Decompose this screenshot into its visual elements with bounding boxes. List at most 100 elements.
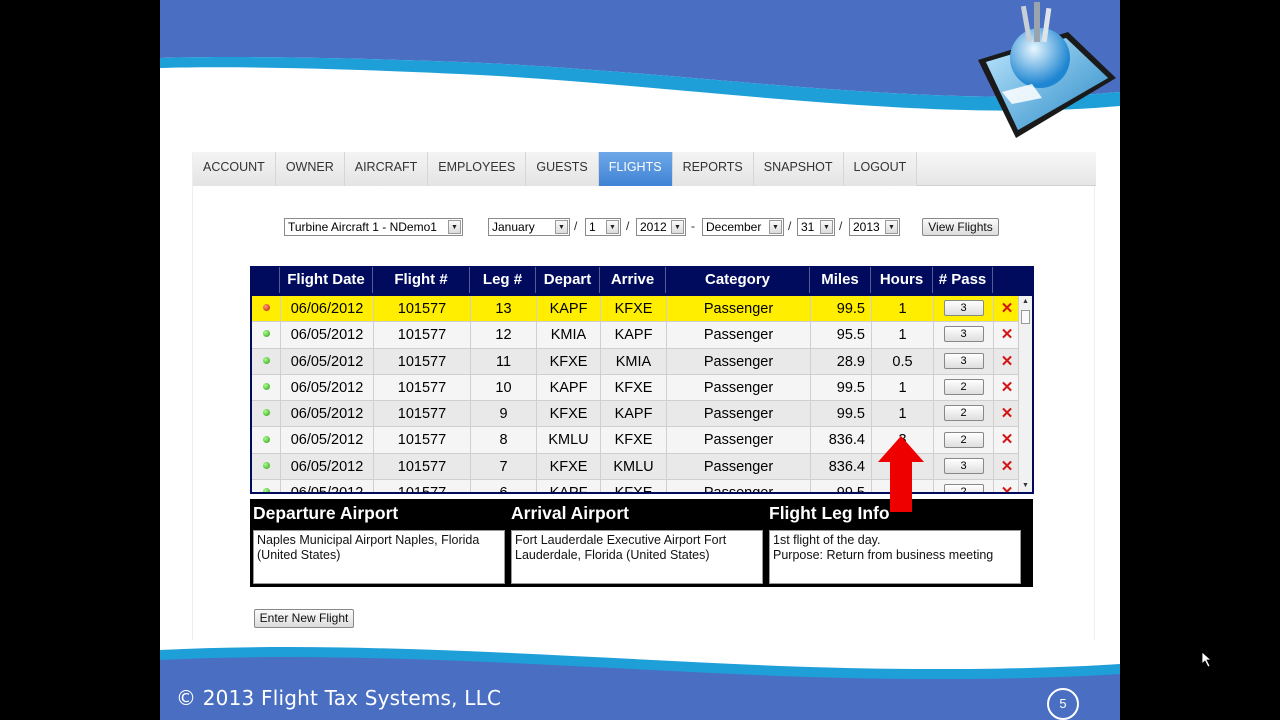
- nav-aircraft[interactable]: AIRCRAFT: [344, 152, 429, 186]
- delete-icon[interactable]: ✕: [1001, 353, 1014, 370]
- passenger-count-button[interactable]: 3: [943, 352, 984, 369]
- cell-depart: KMIA: [537, 322, 601, 348]
- table-row[interactable]: 06/06/2012 101577 13 KAPF KFXE Passenger 99.5 1…: [252, 296, 1032, 323]
- from-day-select[interactable]: 1 ▼: [585, 218, 621, 236]
- table-row[interactable]: 06/05/2012 101577 10 KAPF KFXE Passenger 99.5 1…: [252, 374, 1032, 402]
- enter-new-flight-button[interactable]: Enter New Flight: [254, 609, 354, 628]
- col-flight-number[interactable]: Flight #: [373, 267, 470, 293]
- passenger-count-button[interactable]: 3: [943, 326, 984, 343]
- table-row[interactable]: 06/05/2012 101577 11 KFXE KMIA Passenger 28.9 0…: [252, 348, 1032, 375]
- cell-depart: KAPF: [537, 296, 601, 322]
- col-pass[interactable]: # Pass: [933, 267, 993, 293]
- flight-app: ACCOUNT OWNER AIRCRAFT EMPLOYEES GUESTS …: [192, 152, 1096, 640]
- cell-delete: ✕: [994, 480, 1020, 492]
- delete-icon[interactable]: ✕: [1001, 458, 1014, 475]
- tablet-globe-logo: [978, 2, 1116, 138]
- cell-hours: 1: [872, 296, 934, 322]
- cell-hours: 1: [872, 374, 934, 401]
- col-delete: [993, 267, 1033, 293]
- cell-flight-date: 06/06/2012: [281, 296, 374, 322]
- cell-category: Passenger: [667, 453, 811, 480]
- departure-textarea[interactable]: Naples Municipal Airport Naples, Florida…: [253, 530, 505, 584]
- scroll-down-icon[interactable]: ▼: [1019, 480, 1032, 492]
- col-hours[interactable]: Hours: [871, 267, 933, 293]
- cell-leg-number: 11: [471, 348, 537, 374]
- col-miles[interactable]: Miles: [810, 267, 871, 293]
- col-category[interactable]: Category: [666, 267, 810, 293]
- arrival-panel: Arrival Airport Fort Lauderdale Executiv…: [508, 499, 765, 587]
- cell-hours: 1: [872, 401, 934, 427]
- from-month-select[interactable]: January ▼: [488, 218, 570, 236]
- cell-flight-date: 06/05/2012: [281, 480, 374, 492]
- to-day-value: 31: [801, 220, 815, 234]
- arrival-textarea[interactable]: Fort Lauderdale Executive Airport Fort L…: [511, 530, 763, 584]
- aircraft-select[interactable]: Turbine Aircraft 1 - NDemo1 ▼: [284, 218, 463, 236]
- cell-category: Passenger: [667, 401, 811, 427]
- delete-icon[interactable]: ✕: [1001, 431, 1014, 448]
- nav-reports[interactable]: REPORTS: [672, 152, 754, 186]
- cell-depart: KFXE: [537, 453, 601, 480]
- from-month-value: January: [492, 220, 535, 234]
- nav-guests[interactable]: GUESTS: [526, 152, 599, 186]
- nav-employees[interactable]: EMPLOYEES: [428, 152, 527, 186]
- table-row[interactable]: 06/05/2012 101577 9 KFXE KAPF Passenger 99.5 1 2…: [252, 401, 1032, 428]
- col-flight-date[interactable]: Flight Date: [280, 267, 373, 293]
- delete-icon[interactable]: ✕: [1001, 326, 1014, 343]
- passenger-count-button[interactable]: 3: [943, 300, 984, 317]
- cell-status: [252, 296, 281, 322]
- cell-arrive: KFXE: [601, 374, 667, 401]
- cell-category: Passenger: [667, 427, 811, 453]
- cell-miles: 836.4: [811, 427, 872, 453]
- to-year-select[interactable]: 2013 ▼: [849, 218, 900, 236]
- nav-snapshot[interactable]: SNAPSHOT: [753, 152, 844, 186]
- to-day-select[interactable]: 31 ▼: [797, 218, 835, 236]
- nav-owner[interactable]: OWNER: [275, 152, 345, 186]
- passenger-count-button[interactable]: 2: [943, 405, 984, 422]
- delete-icon[interactable]: ✕: [1001, 379, 1014, 396]
- delete-icon[interactable]: ✕: [1001, 300, 1014, 317]
- passenger-count-button[interactable]: 3: [943, 457, 984, 474]
- scroll-thumb[interactable]: [1021, 310, 1030, 324]
- passenger-count-button[interactable]: 2: [943, 431, 984, 448]
- passenger-count-button[interactable]: 2: [943, 484, 984, 492]
- table-row[interactable]: 06/05/2012 101577 12 KMIA KAPF Passenger 95.5 1…: [252, 322, 1032, 349]
- delete-icon[interactable]: ✕: [1001, 405, 1014, 422]
- cell-delete: ✕: [994, 375, 1020, 400]
- cell-flight-number: 101577: [374, 296, 471, 322]
- date-separator: /: [574, 219, 578, 233]
- cell-flight-date: 06/05/2012: [281, 374, 374, 401]
- cell-category: Passenger: [667, 296, 811, 322]
- departure-title: Departure Airport: [253, 503, 399, 523]
- cell-miles: 99.5: [811, 480, 872, 492]
- delete-icon[interactable]: ✕: [1001, 484, 1014, 492]
- red-arrow-annotation: [878, 436, 924, 512]
- col-depart[interactable]: Depart: [536, 267, 600, 293]
- red-status-icon: [262, 304, 270, 312]
- nav-account[interactable]: ACCOUNT: [193, 152, 276, 186]
- col-leg-number[interactable]: Leg #: [470, 267, 536, 293]
- cell-leg-number: 9: [471, 401, 537, 427]
- cell-pass: 2: [934, 427, 994, 453]
- nav-flights[interactable]: FLIGHTS: [598, 152, 673, 186]
- cell-leg-number: 10: [471, 374, 537, 401]
- cell-status: [252, 348, 281, 374]
- cell-flight-date: 06/05/2012: [281, 401, 374, 427]
- to-month-select[interactable]: December ▼: [702, 218, 784, 236]
- passenger-count-button[interactable]: 2: [943, 379, 984, 396]
- cell-arrive: KAPF: [601, 322, 667, 348]
- cell-category: Passenger: [667, 374, 811, 401]
- leg-info-textarea[interactable]: 1st flight of the day. Purpose: Return f…: [769, 530, 1021, 584]
- cell-pass: 3: [934, 322, 994, 348]
- nav-logout[interactable]: LOGOUT: [843, 152, 918, 186]
- cell-leg-number: 8: [471, 427, 537, 453]
- cell-flight-number: 101577: [374, 480, 471, 492]
- from-day-value: 1: [589, 220, 596, 234]
- leg-info-panel: Departure Airport Naples Municipal Airpo…: [250, 499, 1033, 587]
- scroll-up-icon[interactable]: ▲: [1019, 296, 1032, 308]
- view-flights-button[interactable]: View Flights: [922, 218, 999, 236]
- grid-scrollbar[interactable]: ▲ ▼: [1018, 296, 1032, 492]
- from-year-select[interactable]: 2012 ▼: [636, 218, 686, 236]
- col-arrive[interactable]: Arrive: [600, 267, 666, 293]
- dropdown-arrow-icon: ▼: [769, 220, 782, 234]
- date-separator: /: [839, 219, 843, 233]
